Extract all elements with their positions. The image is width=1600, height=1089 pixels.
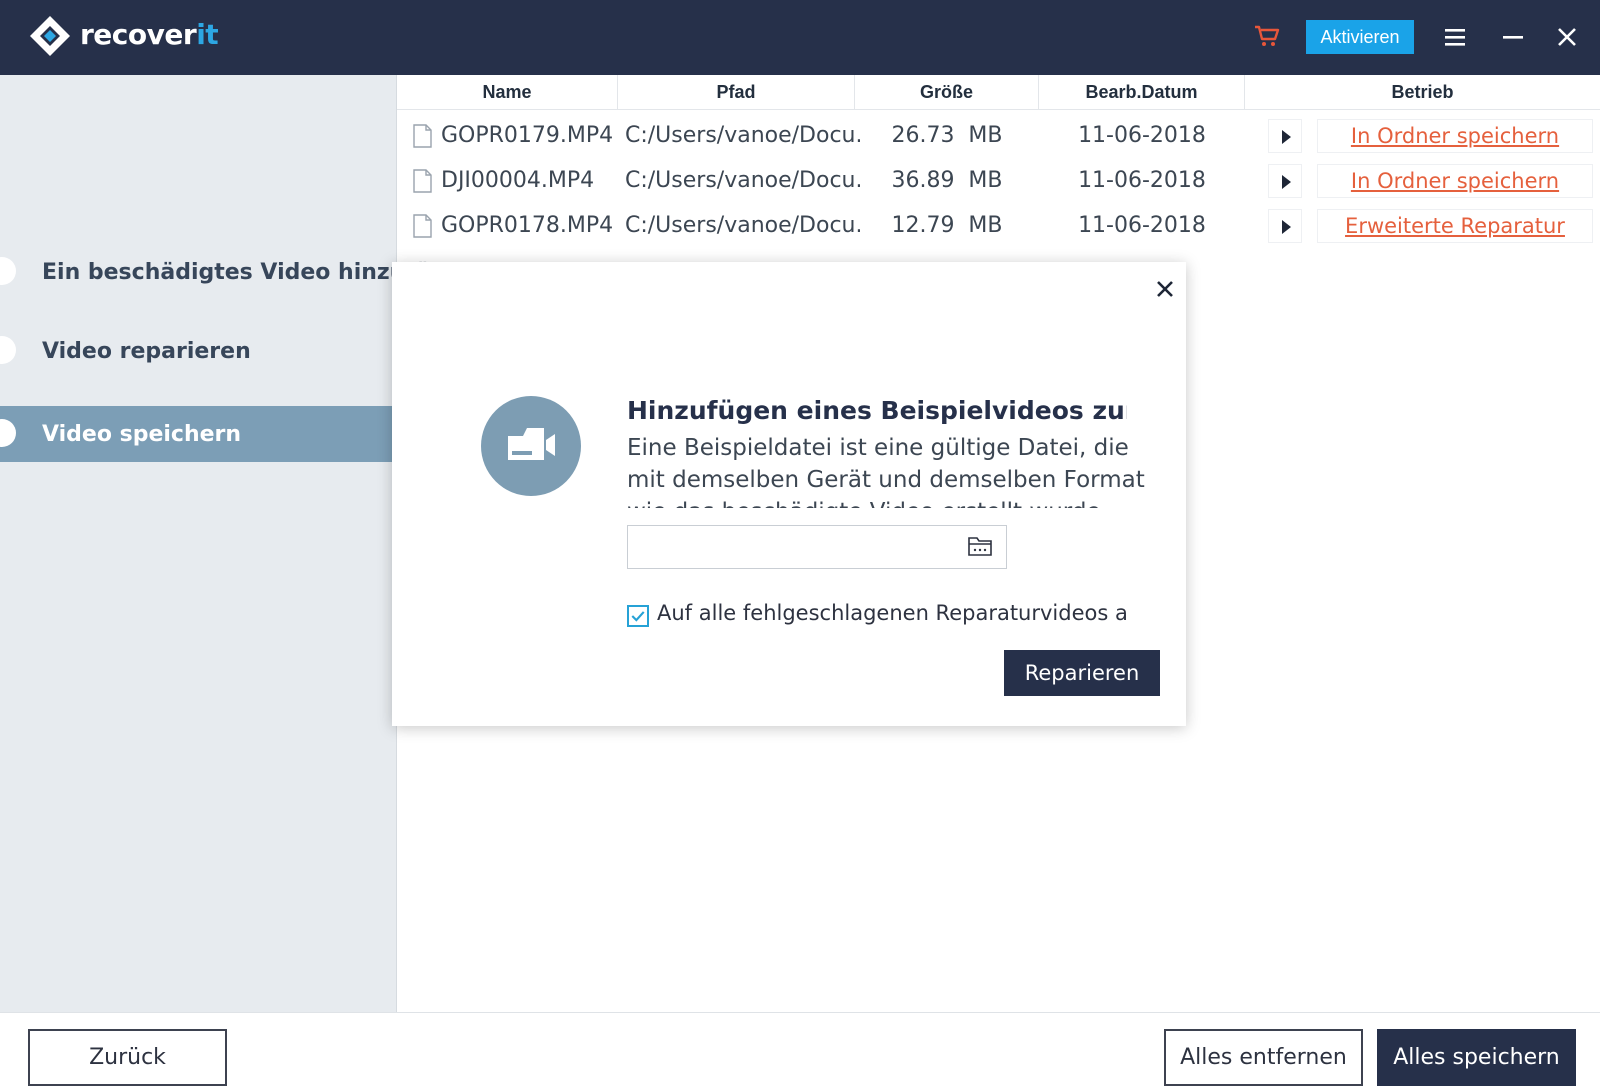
file-size: 12.79 MB: [891, 213, 1003, 238]
apply-all-label: Auf alle fehlgeschlagenen Reparaturvideo…: [657, 601, 1127, 625]
file-size: 36.89 MB: [891, 168, 1003, 193]
table-row[interactable]: GOPR0178.MP4 C:/Users/vanoe/Docu... 12.7…: [397, 203, 1600, 248]
close-icon[interactable]: [1552, 22, 1582, 52]
step-label: Video reparieren: [42, 338, 251, 364]
file-name: DJI00004.MP4: [441, 168, 595, 193]
sample-file-input[interactable]: [627, 525, 1007, 569]
file-table-header: Name Pfad Größe Bearb.Datum Betrieb: [397, 75, 1600, 110]
save-to-folder-link[interactable]: In Ordner speichern: [1317, 119, 1593, 153]
column-header-name[interactable]: Name: [397, 75, 618, 110]
advanced-repair-link[interactable]: Erweiterte Reparatur: [1317, 209, 1593, 243]
file-date: 11-06-2018: [1078, 168, 1206, 193]
file-icon: [413, 169, 432, 193]
dialog-description: Eine Beispieldatei ist eine gültige Date…: [627, 435, 1145, 508]
play-button[interactable]: [1268, 209, 1302, 243]
step-indicator: [0, 257, 16, 285]
save-all-button[interactable]: Alles speichern: [1377, 1029, 1576, 1086]
apply-all-checkbox[interactable]: [627, 605, 649, 627]
video-camera-icon: [481, 396, 581, 496]
file-path: C:/Users/vanoe/Docu...: [625, 213, 860, 238]
sample-video-dialog: Hinzufügen eines Beispielvideos zur Repa…: [392, 262, 1186, 726]
play-button[interactable]: [1268, 164, 1302, 198]
dialog-title: Hinzufügen eines Beispielvideos zur Repa…: [627, 396, 1127, 425]
save-to-folder-link[interactable]: In Ordner speichern: [1317, 164, 1593, 198]
cart-icon[interactable]: [1254, 24, 1280, 48]
file-name: GOPR0178.MP4: [441, 213, 614, 238]
play-icon: [1282, 220, 1291, 234]
back-button[interactable]: Zurück: [28, 1029, 227, 1086]
minimize-icon[interactable]: [1498, 22, 1528, 52]
steps-sidebar: Ein beschädigtes Video hinzufügen Video …: [0, 75, 477, 1012]
activate-button[interactable]: Aktivieren: [1306, 20, 1414, 54]
file-name: GOPR0179.MP4: [441, 123, 614, 148]
title-bar: recoverit Aktivieren: [0, 0, 1600, 75]
checkmark-icon: [631, 611, 645, 622]
table-row[interactable]: DJI00004.MP4 C:/Users/vanoe/Docu... 36.8…: [397, 158, 1600, 203]
column-header-action: Betrieb: [1391, 82, 1454, 102]
play-icon: [1282, 130, 1291, 144]
menu-icon[interactable]: [1440, 22, 1470, 52]
step-repair-video[interactable]: Video reparieren: [0, 323, 397, 379]
column-header-date[interactable]: Bearb.Datum: [1039, 75, 1245, 110]
bottom-action-bar: Zurück Alles entfernen Alles speichern: [0, 1012, 1600, 1089]
step-label: Video speichern: [42, 421, 242, 447]
column-header-path[interactable]: Pfad: [618, 75, 855, 110]
column-header-size[interactable]: Größe: [855, 75, 1039, 110]
file-icon: [413, 214, 432, 238]
step-indicator: [0, 336, 16, 364]
recoverit-logo-icon: [30, 16, 70, 56]
remove-all-button[interactable]: Alles entfernen: [1164, 1029, 1363, 1086]
dialog-close-icon[interactable]: [1152, 276, 1178, 302]
app-logo-text: recoverit: [80, 18, 219, 51]
file-date: 11-06-2018: [1078, 123, 1206, 148]
table-row[interactable]: GOPR0179.MP4 C:/Users/vanoe/Docu... 26.7…: [397, 113, 1600, 158]
repair-button[interactable]: Reparieren: [1004, 650, 1160, 696]
play-button[interactable]: [1268, 119, 1302, 153]
file-path: C:/Users/vanoe/Docu...: [625, 168, 860, 193]
step-indicator: [0, 419, 16, 447]
play-icon: [1282, 175, 1291, 189]
file-icon: [413, 124, 432, 148]
file-size: 26.73 MB: [891, 123, 1003, 148]
file-path: C:/Users/vanoe/Docu...: [625, 123, 860, 148]
file-date: 11-06-2018: [1078, 213, 1206, 238]
step-save-video[interactable]: Video speichern: [0, 406, 397, 462]
folder-browse-icon[interactable]: [967, 534, 993, 558]
step-add-video[interactable]: Ein beschädigtes Video hinzufügen: [0, 244, 477, 300]
